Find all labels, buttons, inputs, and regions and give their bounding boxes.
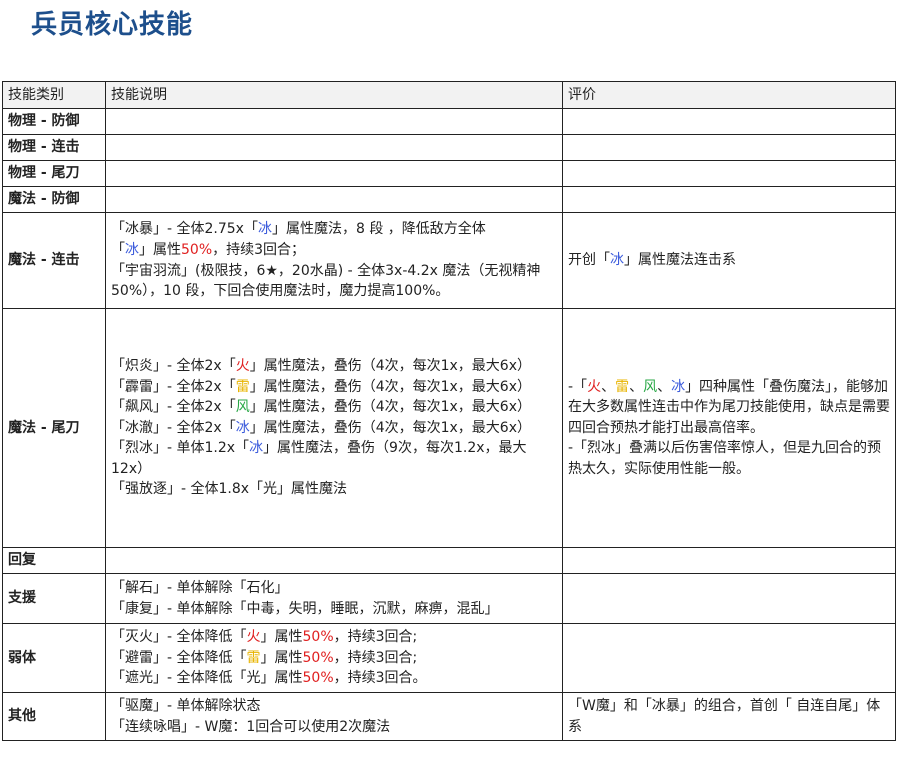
skill-line: 「冰」属性50%，持续3回合； — [111, 241, 306, 258]
category-cell: 物理 - 防御 — [2, 108, 106, 135]
skills-table: 技能类别 技能说明 评价 物理 - 防御 物理 - 连击 物理 - 尾刀 魔法 … — [2, 81, 896, 741]
table-row: 魔法 - 连击 「冰暴」- 全体2.75x「冰」属性魔法，8 段 ，降低敌方全体… — [2, 212, 896, 309]
table-row: 弱体 「灭火」- 全体降低「火」属性50%，持续3回合; 「避雷」- 全体降低「… — [2, 623, 896, 693]
category-cell: 回复 — [2, 547, 106, 574]
evaluation-line: -「烈冰」叠满以后伤害倍率惊人，但是九回合的预热太久，实际使用性能一般。 — [568, 440, 882, 477]
skill-line: 「炽炎」- 全体2x「火」属性魔法，叠伤（4次，每次1x，最大6x） — [111, 357, 531, 374]
skill-line: 「连续咏唱」- W魔：1回合可以使用2次魔法 — [111, 718, 391, 735]
skill-line: 「霹雷」- 全体2x「雷」属性魔法，叠伤（4次，每次1x，最大6x） — [111, 378, 531, 395]
header-description: 技能说明 — [105, 81, 563, 109]
skill-line: 「解石」- 单体解除「石化」 — [111, 579, 289, 596]
evaluation-cell: 开创「冰」属性魔法连击系 — [562, 212, 896, 309]
skill-line: 「灭火」- 全体降低「火」属性50%，持续3回合; — [111, 629, 418, 646]
header-category: 技能类别 — [2, 81, 106, 109]
evaluation-cell — [562, 186, 896, 213]
category-cell: 物理 - 尾刀 — [2, 160, 106, 187]
table-row: 其他 「驱魔」- 单体解除状态 「连续咏唱」- W魔：1回合可以使用2次魔法 「… — [2, 692, 896, 741]
table-row: 物理 - 防御 — [2, 108, 896, 135]
category-cell: 魔法 - 尾刀 — [2, 308, 106, 548]
table-row: 魔法 - 防御 — [2, 186, 896, 213]
category-cell: 魔法 - 防御 — [2, 186, 106, 213]
table-row: 物理 - 连击 — [2, 134, 896, 161]
evaluation-cell — [562, 573, 896, 624]
skill-line: 「冰澈」- 全体2x「冰」属性魔法，叠伤（4次，每次1x，最大6x） — [111, 419, 531, 436]
description-cell — [105, 160, 563, 187]
skill-line: 「飙风」- 全体2x「风」属性魔法，叠伤（4次，每次1x，最大6x） — [111, 399, 531, 416]
table-row: 支援 「解石」- 单体解除「石化」 「康复」- 单体解除「中毒，失明，睡眠，沉默… — [2, 573, 896, 624]
evaluation-line: -「火、雷、风、冰」四种属性「叠伤魔法」，能够加在大多数属性连击中作为尾刀技能使… — [568, 378, 890, 436]
skill-line: 「避雷」- 全体降低「雷」属性50%，持续3回合; — [111, 649, 418, 666]
evaluation-cell — [562, 160, 896, 187]
evaluation-cell — [562, 108, 896, 135]
page-title: 兵员核心技能 — [31, 10, 194, 40]
skill-line: 「遮光」- 全体降低「光」属性50%，持续3回合。 — [111, 670, 427, 687]
skill-line: 「宇宙羽流」(极限技，6★，20水晶) - 全体3x-4.2x 魔法（无视精神5… — [111, 262, 541, 300]
evaluation-cell — [562, 134, 896, 161]
category-cell: 其他 — [2, 692, 106, 741]
skill-line: 「康复」- 单体解除「中毒，失明，睡眠，沉默，麻痹，混乱」 — [111, 600, 499, 617]
evaluation-cell: 「W魔」和「冰暴」的组合，首创「 自连自尾」体系 — [562, 692, 896, 741]
description-cell: 「解石」- 单体解除「石化」 「康复」- 单体解除「中毒，失明，睡眠，沉默，麻痹… — [105, 573, 563, 624]
description-cell — [105, 547, 563, 574]
table-row: 物理 - 尾刀 — [2, 160, 896, 187]
category-cell: 弱体 — [2, 623, 106, 693]
category-cell: 魔法 - 连击 — [2, 212, 106, 309]
description-cell: 「灭火」- 全体降低「火」属性50%，持续3回合; 「避雷」- 全体降低「雷」属… — [105, 623, 563, 693]
description-cell: 「炽炎」- 全体2x「火」属性魔法，叠伤（4次，每次1x，最大6x） 「霹雷」-… — [105, 308, 563, 548]
table-row: 魔法 - 尾刀 「炽炎」- 全体2x「火」属性魔法，叠伤（4次，每次1x，最大6… — [2, 308, 896, 548]
category-cell: 物理 - 连击 — [2, 134, 106, 161]
description-cell — [105, 186, 563, 213]
evaluation-cell — [562, 623, 896, 693]
evaluation-cell — [562, 547, 896, 574]
skill-line: 「强放逐」- 全体1.8x「光」属性魔法 — [111, 481, 348, 498]
description-cell — [105, 134, 563, 161]
skill-line: 「冰暴」- 全体2.75x「冰」属性魔法，8 段 ，降低敌方全体 — [111, 221, 486, 238]
category-cell: 支援 — [2, 573, 106, 624]
table-header-row: 技能类别 技能说明 评价 — [2, 81, 896, 109]
skill-line: 「驱魔」- 单体解除状态 — [111, 697, 261, 714]
description-cell: 「驱魔」- 单体解除状态 「连续咏唱」- W魔：1回合可以使用2次魔法 — [105, 692, 563, 741]
header-evaluation: 评价 — [562, 81, 896, 109]
skill-line: 「烈冰」- 单体1.2x「冰」属性魔法，叠伤（9次，每次1.2x，最大12x） — [111, 440, 527, 477]
description-cell: 「冰暴」- 全体2.75x「冰」属性魔法，8 段 ，降低敌方全体 「冰」属性50… — [105, 212, 563, 309]
evaluation-cell: -「火、雷、风、冰」四种属性「叠伤魔法」，能够加在大多数属性连击中作为尾刀技能使… — [562, 308, 896, 548]
table-row: 回复 — [2, 547, 896, 574]
description-cell — [105, 108, 563, 135]
